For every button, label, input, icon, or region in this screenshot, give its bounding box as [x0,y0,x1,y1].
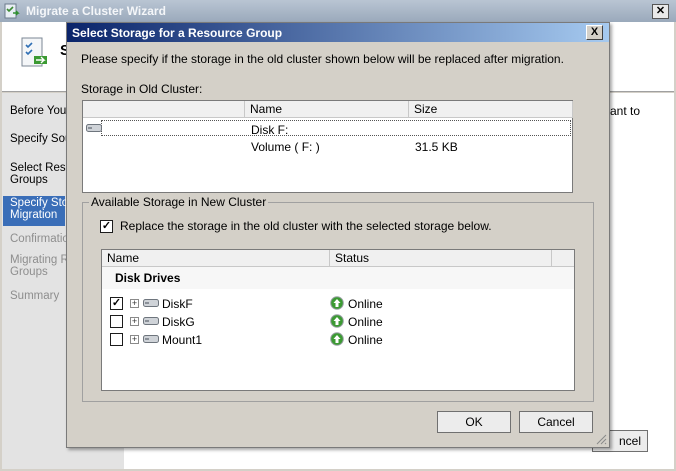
column-header-status[interactable]: Status [330,250,552,267]
new-cluster-storage-list[interactable]: Name Status Disk Drives ✓ + DiskF Online… [101,249,575,391]
nav-item-before-you-begin[interactable]: Before You [10,105,70,117]
expand-icon[interactable]: + [130,299,139,308]
disk-drive-icon [143,317,159,325]
checkmark-icon: ✓ [111,297,122,309]
select-storage-dialog: Select Storage for a Resource Group X Pl… [66,22,610,448]
old-storage-row-name[interactable]: Volume ( F: ) [251,140,320,154]
wizard-title-bar: Migrate a Cluster Wizard ✕ [0,0,676,22]
dialog-title: Select Storage for a Resource Group [72,26,283,40]
disk-drive-icon [143,299,159,307]
nav-item-label-line2: Groups [10,174,48,186]
old-storage-row-name[interactable]: Disk F: [251,123,288,137]
replace-storage-checkbox[interactable]: ✓ [100,220,113,233]
wizard-close-button[interactable]: ✕ [652,4,669,19]
list-item[interactable]: ✓ + DiskF Online [102,295,574,313]
disk-name: DiskG [162,315,195,329]
disk-drive-icon [86,124,102,132]
nav-item-label-line2: Groups [10,266,48,278]
expand-icon[interactable]: + [130,317,139,326]
close-icon: X [590,26,599,38]
nav-item-label: Migrating Re [10,254,70,266]
ok-button[interactable]: OK [437,411,511,433]
column-header-size[interactable]: Size [409,101,573,118]
nav-item-summary: Summary [10,290,60,302]
checkmark-icon: ✓ [101,220,112,232]
list-item[interactable]: + DiskG Online [102,313,574,331]
disk-status: Online [348,333,383,347]
nav-item-specify-storage-migration[interactable]: Specify Stor Migration [10,197,70,221]
cluster-wizard-icon [4,3,20,19]
dialog-close-button[interactable]: X [586,25,603,40]
cancel-button[interactable]: Cancel [519,411,593,433]
online-status-icon [330,296,344,310]
resize-grip-icon[interactable] [595,433,607,445]
wizard-content-text: ant to [610,104,641,118]
selected-row-focus [101,120,571,136]
online-status-icon [330,332,344,346]
nav-item-label: Specify Stor [10,197,70,209]
old-storage-row-size: 31.5 KB [415,140,458,154]
column-header-spacer [552,250,574,267]
replace-storage-label[interactable]: Replace the storage in the old cluster w… [120,219,492,233]
column-header-spacer [83,101,245,118]
nav-item-confirmation: Confirmation [10,233,70,245]
wizard-title: Migrate a Cluster Wizard [26,4,166,18]
checklist-icon [21,37,47,67]
available-storage-group-label: Available Storage in New Cluster [89,195,269,209]
disk-select-checkbox[interactable]: ✓ [110,297,123,310]
nav-item-migrating-resource-groups: Migrating Re Groups [10,254,70,278]
expand-icon[interactable]: + [130,335,139,344]
online-status-icon [330,314,344,328]
close-icon: ✕ [655,5,666,17]
nav-item-label-line2: Migration [10,209,58,221]
old-cluster-storage-list[interactable]: Name Size Disk F: Volume ( F: ) 31.5 KB [82,100,573,193]
old-cluster-storage-label: Storage in Old Cluster: [81,82,203,96]
column-header-name[interactable]: Name [245,101,409,118]
disk-select-checkbox[interactable] [110,315,123,328]
disk-name: DiskF [162,297,193,311]
column-header-name[interactable]: Name [102,250,330,267]
dialog-title-bar: Select Storage for a Resource Group X [67,23,609,42]
disk-select-checkbox[interactable] [110,333,123,346]
list-item[interactable]: + Mount1 Online [102,331,574,349]
disk-drive-icon [143,335,159,343]
nav-item-select-resource-groups[interactable]: Select Reso Groups [10,162,70,186]
nav-item-specify-source[interactable]: Specify Sou [10,133,70,145]
new-storage-list-header: Name Status [102,250,574,267]
disk-status: Online [348,315,383,329]
nav-item-label: Select Reso [10,162,70,174]
old-storage-list-header: Name Size [83,101,573,118]
disk-name: Mount1 [162,333,203,347]
disk-drives-group-header: Disk Drives [102,267,574,289]
dialog-instructions: Please specify if the storage in the old… [81,52,564,66]
disk-status: Online [348,297,383,311]
